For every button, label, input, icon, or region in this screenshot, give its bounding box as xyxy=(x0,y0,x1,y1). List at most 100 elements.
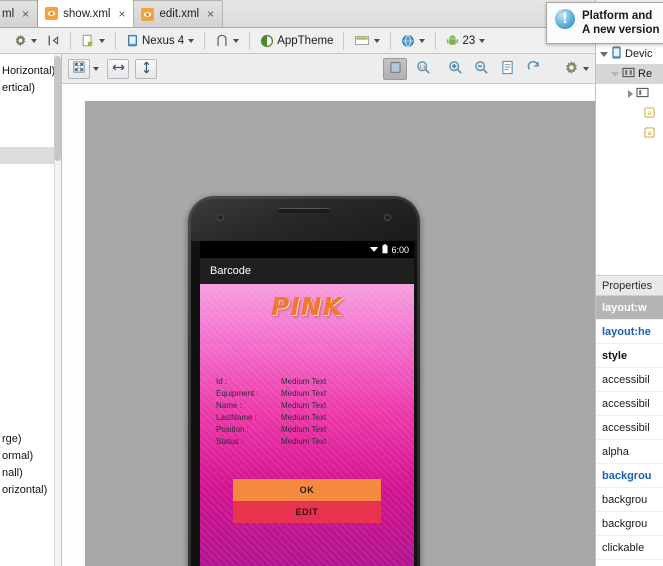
chevron-down-icon[interactable] xyxy=(600,51,608,57)
property-row-accessibility1[interactable]: accessibil xyxy=(596,368,663,392)
properties-table[interactable]: layout:w layout:he style accessibil acce… xyxy=(596,296,663,566)
editor-tab-edit-xml[interactable]: edit.xml × xyxy=(133,0,224,27)
svg-text:a: a xyxy=(648,110,652,117)
palette-item[interactable]: Horizontal) xyxy=(0,63,61,80)
orientation-selector[interactable] xyxy=(211,30,243,51)
chevron-down-icon[interactable] xyxy=(188,38,195,43)
right-panel: Component Devic Re xyxy=(595,0,663,566)
android-studio-layout-editor: ml × show.xml × edit.xml × Nexus 4 AppTh… xyxy=(0,0,663,566)
close-icon[interactable]: × xyxy=(207,7,214,21)
property-row-background2[interactable]: backgrou xyxy=(596,488,663,512)
chevron-right-icon[interactable] xyxy=(628,90,633,98)
palette-scrollbar-thumb[interactable] xyxy=(54,56,61,161)
notification-title: Platform and xyxy=(582,10,653,22)
property-row-accessibility2[interactable]: accessibil xyxy=(596,392,663,416)
ok-button[interactable]: OK xyxy=(233,479,381,501)
chevron-down-icon[interactable] xyxy=(99,38,105,43)
zoom-in-button[interactable] xyxy=(444,59,466,79)
chevron-down-icon[interactable] xyxy=(93,66,99,71)
editor-tab-label: ml xyxy=(2,8,15,20)
refresh-button[interactable] xyxy=(522,59,544,79)
device-screen[interactable]: 6:00 Barcode PINK Id : Medium Text Equip… xyxy=(200,241,414,566)
layout-variation-button[interactable] xyxy=(77,30,109,51)
tree-row-label: Devic xyxy=(625,48,653,60)
device-selector[interactable]: Nexus 4 xyxy=(122,30,198,51)
palette-scrollbar-track[interactable] xyxy=(54,54,61,566)
status-time: 6:00 xyxy=(391,244,409,255)
chevron-down-icon[interactable] xyxy=(479,38,486,43)
editor-tab-partial[interactable]: ml × xyxy=(0,0,39,27)
editor-tab-label: show.xml xyxy=(63,7,111,20)
chevron-down-icon[interactable] xyxy=(583,66,589,71)
tree-row[interactable]: a xyxy=(596,124,663,144)
zoom-out-button[interactable] xyxy=(470,59,492,79)
chevron-down-icon[interactable] xyxy=(419,38,426,43)
property-row-background[interactable]: backgrou xyxy=(596,464,663,488)
device-top-bezel xyxy=(191,199,417,241)
gear-icon xyxy=(14,34,27,47)
refresh-icon xyxy=(526,60,541,78)
chevron-down-icon[interactable] xyxy=(31,38,37,43)
palette-item[interactable]: ormal) xyxy=(0,448,61,465)
property-row-alpha[interactable]: alpha xyxy=(596,440,663,464)
palette-panel[interactable]: Horizontal) ertical) rge) ormal) nall) o… xyxy=(0,54,62,566)
locale-selector[interactable] xyxy=(397,30,429,51)
chevron-down-icon[interactable] xyxy=(374,38,381,43)
fit-width-button[interactable] xyxy=(107,58,129,79)
palette-item[interactable]: nall) xyxy=(0,465,61,482)
pink-logo: PINK xyxy=(271,292,343,321)
chevron-down-icon[interactable] xyxy=(611,71,619,77)
field-label: Status : xyxy=(216,437,244,446)
preview-canvas[interactable]: 6:00 Barcode PINK Id : Medium Text Equip… xyxy=(62,84,595,566)
close-icon[interactable]: × xyxy=(22,7,29,21)
notification-text: Platform and A new version xyxy=(582,9,660,43)
property-row-layout-width[interactable]: layout:w xyxy=(596,296,663,320)
device-label: Nexus 4 xyxy=(142,34,185,47)
tree-row[interactable]: Devic xyxy=(596,44,663,64)
svg-text:a: a xyxy=(648,130,652,137)
close-icon[interactable]: × xyxy=(118,7,125,21)
app-content-area[interactable]: PINK Id : Medium Text Equipment : Medium… xyxy=(200,284,414,566)
api-level-selector[interactable]: 23 xyxy=(442,30,489,51)
toolbar-separator xyxy=(435,31,437,50)
edit-button[interactable]: EDIT xyxy=(233,501,381,523)
component-tree[interactable]: Devic Re a a xyxy=(596,44,663,276)
preview-settings-button[interactable] xyxy=(560,59,582,79)
editor-tab-show-xml[interactable]: show.xml × xyxy=(37,0,135,27)
notification-balloon[interactable]: ! Platform and A new version xyxy=(546,2,663,44)
zoom-to-fit-button[interactable] xyxy=(68,58,90,79)
theme-selector[interactable]: AppTheme xyxy=(256,30,337,51)
settings-gear-icon xyxy=(564,60,579,78)
front-camera-icon xyxy=(217,214,224,221)
tree-row[interactable]: a xyxy=(596,104,663,124)
chevron-down-icon[interactable] xyxy=(233,38,240,43)
property-row-layout-height[interactable]: layout:he xyxy=(596,320,663,344)
activity-selector[interactable] xyxy=(350,30,384,51)
device-frame-nexus-4[interactable]: 6:00 Barcode PINK Id : Medium Text Equip… xyxy=(188,196,420,566)
config-gear-button[interactable] xyxy=(10,30,41,51)
property-row-style[interactable]: style xyxy=(596,344,663,368)
zoom-to-fit-icon xyxy=(73,61,85,76)
palette-item[interactable]: orizontal) xyxy=(0,482,61,499)
palette-item[interactable]: rge) xyxy=(0,431,61,448)
theme-label: AppTheme xyxy=(277,34,334,47)
fit-width-icon xyxy=(112,62,125,76)
editor-tab-label: edit.xml xyxy=(159,8,200,20)
tree-row[interactable] xyxy=(596,84,663,104)
palette-item[interactable]: ertical) xyxy=(0,80,61,97)
tree-row-selected[interactable]: Re xyxy=(596,64,663,84)
field-value: Medium Text xyxy=(281,389,327,398)
earpiece-speaker xyxy=(278,208,330,213)
property-row-clickable[interactable]: clickable xyxy=(596,536,663,560)
property-row-background3[interactable]: backgrou xyxy=(596,512,663,536)
fit-height-button[interactable] xyxy=(135,58,157,79)
action-buttons: OK EDIT xyxy=(233,479,381,523)
field-label: Id : xyxy=(216,377,228,386)
property-row-accessibility3[interactable]: accessibil xyxy=(596,416,663,440)
blueprint-mode-button[interactable] xyxy=(496,59,518,79)
zoom-actual-size-button[interactable]: 1:1 xyxy=(412,59,434,79)
palette-item-selected[interactable] xyxy=(0,147,61,164)
zoom-out-icon xyxy=(474,60,489,78)
render-mode-button[interactable] xyxy=(383,57,407,80)
collapse-button[interactable] xyxy=(43,30,64,51)
